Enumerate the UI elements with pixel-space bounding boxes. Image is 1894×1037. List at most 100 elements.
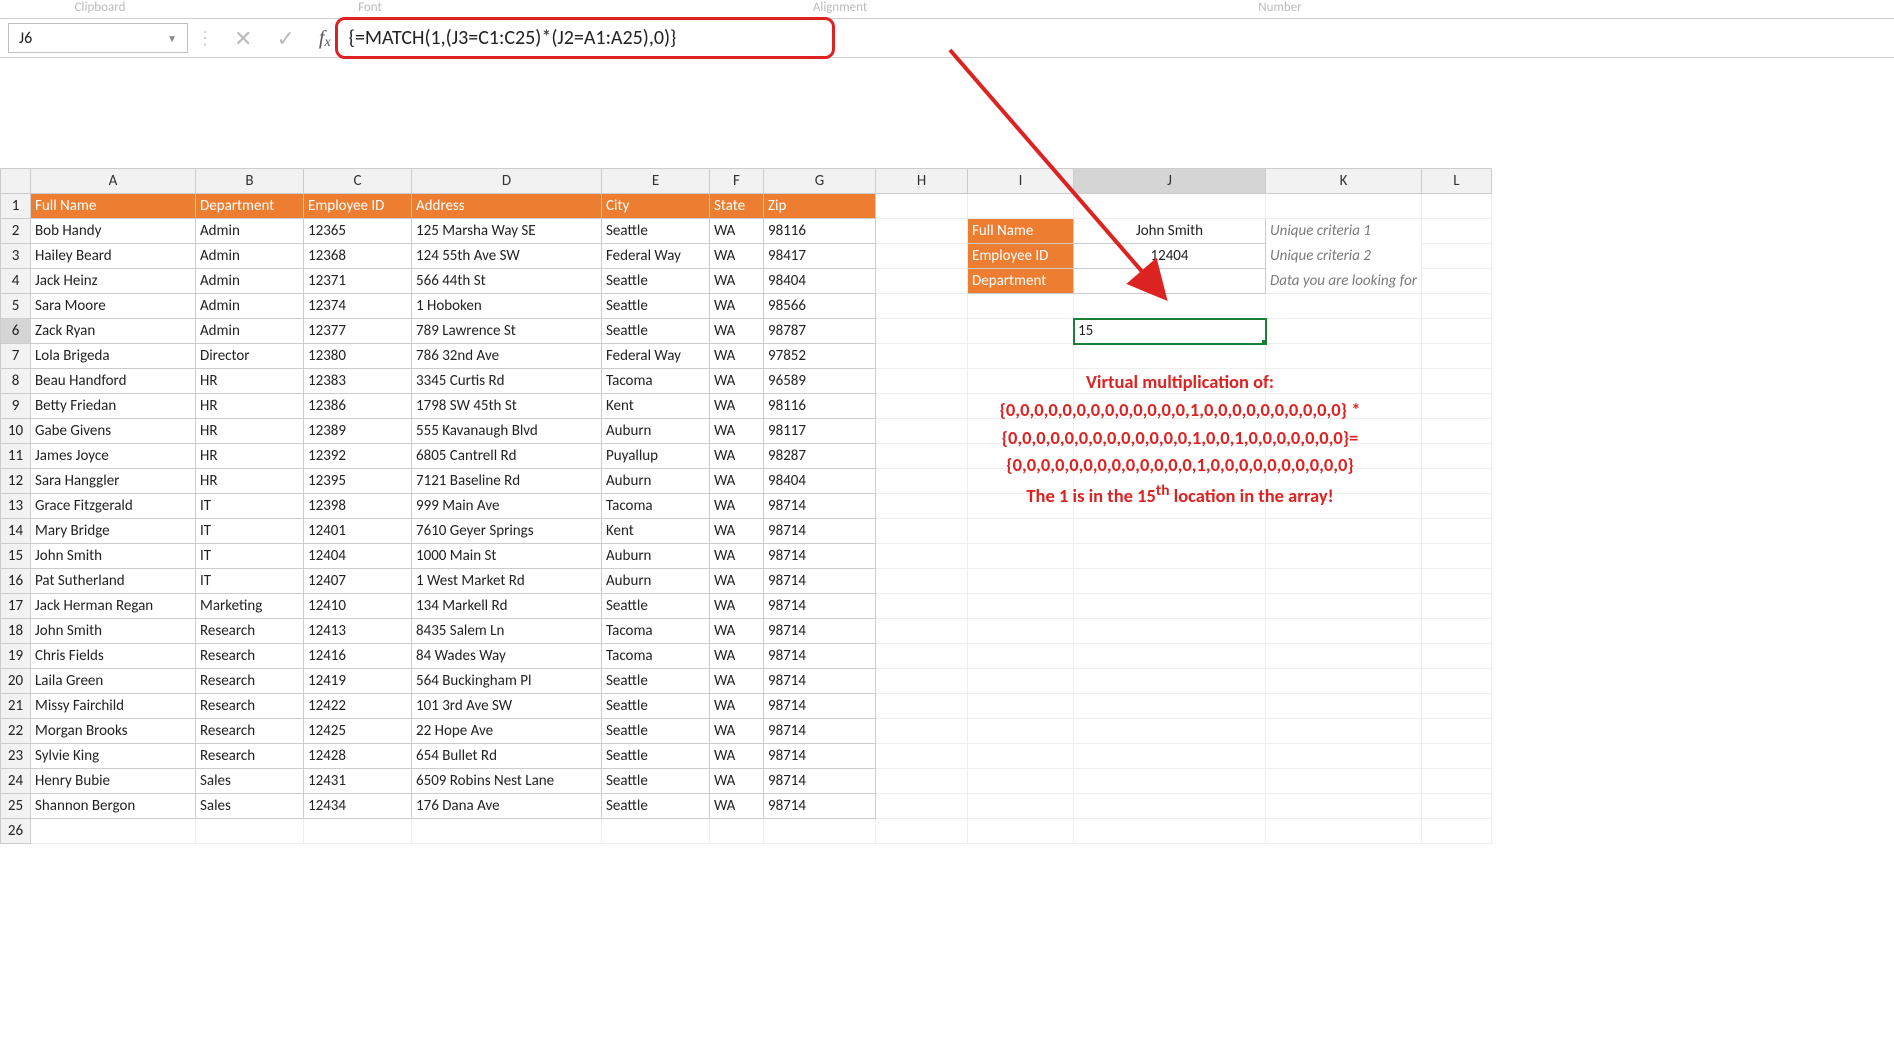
cell-L18[interactable] (1421, 619, 1491, 644)
cell-H14[interactable] (876, 519, 968, 544)
row-header-13[interactable]: 13 (1, 494, 31, 519)
cell-D14[interactable]: 7610 Geyer Springs (412, 519, 602, 544)
cell-A17[interactable]: Jack Herman Regan (31, 594, 196, 619)
cell-D18[interactable]: 8435 Salem Ln (412, 619, 602, 644)
cell-D17[interactable]: 134 Markell Rd (412, 594, 602, 619)
cell-K2[interactable]: Unique criteria 1 (1266, 219, 1422, 244)
cell-A12[interactable]: Sara Hanggler (31, 469, 196, 494)
cell-K20[interactable] (1266, 669, 1422, 694)
cell-D7[interactable]: 786 32nd Ave (412, 344, 602, 369)
cell-I17[interactable] (968, 594, 1074, 619)
cell-G3[interactable]: 98417 (764, 244, 876, 269)
cell-I4[interactable]: Department (968, 269, 1074, 294)
cell-B4[interactable]: Admin (196, 269, 304, 294)
cell-B26[interactable] (196, 819, 304, 844)
cell-F22[interactable]: WA (710, 719, 764, 744)
cell-F25[interactable]: WA (710, 794, 764, 819)
cell-K26[interactable] (1266, 819, 1422, 844)
cancel-icon[interactable]: ✕ (222, 25, 264, 52)
cell-I18[interactable] (968, 619, 1074, 644)
cell-J24[interactable] (1074, 769, 1266, 794)
cell-E17[interactable]: Seattle (602, 594, 710, 619)
cell-G4[interactable]: 98404 (764, 269, 876, 294)
cell-C12[interactable]: 12395 (304, 469, 412, 494)
cell-G7[interactable]: 97852 (764, 344, 876, 369)
cell-C3[interactable]: 12368 (304, 244, 412, 269)
cell-L15[interactable] (1421, 544, 1491, 569)
cell-J18[interactable] (1074, 619, 1266, 644)
cell-K22[interactable] (1266, 719, 1422, 744)
cell-F16[interactable]: WA (710, 569, 764, 594)
cell-C20[interactable]: 12419 (304, 669, 412, 694)
cell-L24[interactable] (1421, 769, 1491, 794)
cell-E13[interactable]: Tacoma (602, 494, 710, 519)
cell-D5[interactable]: 1 Hoboken (412, 294, 602, 319)
cell-J4[interactable] (1074, 269, 1266, 294)
cell-F4[interactable]: WA (710, 269, 764, 294)
cell-F21[interactable]: WA (710, 694, 764, 719)
cell-J1[interactable] (1074, 194, 1266, 219)
row-header-23[interactable]: 23 (1, 744, 31, 769)
cell-K7[interactable] (1266, 344, 1422, 369)
cell-A25[interactable]: Shannon Bergon (31, 794, 196, 819)
cell-B11[interactable]: HR (196, 444, 304, 469)
row-header-20[interactable]: 20 (1, 669, 31, 694)
cell-A16[interactable]: Pat Sutherland (31, 569, 196, 594)
cell-E9[interactable]: Kent (602, 394, 710, 419)
row-header-19[interactable]: 19 (1, 644, 31, 669)
cell-I20[interactable] (968, 669, 1074, 694)
cell-J25[interactable] (1074, 794, 1266, 819)
cell-C21[interactable]: 12422 (304, 694, 412, 719)
cell-H20[interactable] (876, 669, 968, 694)
cell-E26[interactable] (602, 819, 710, 844)
col-header-G[interactable]: G (764, 169, 876, 194)
cell-D24[interactable]: 6509 Robins Nest Lane (412, 769, 602, 794)
cell-E1[interactable]: City (602, 194, 710, 219)
cell-C2[interactable]: 12365 (304, 219, 412, 244)
cell-F7[interactable]: WA (710, 344, 764, 369)
cell-I3[interactable]: Employee ID (968, 244, 1074, 269)
cell-H3[interactable] (876, 244, 968, 269)
col-header-K[interactable]: K (1266, 169, 1422, 194)
cell-F8[interactable]: WA (710, 369, 764, 394)
cell-G24[interactable]: 98714 (764, 769, 876, 794)
cell-C13[interactable]: 12398 (304, 494, 412, 519)
cell-K3[interactable]: Unique criteria 2 (1266, 244, 1422, 269)
cell-A26[interactable] (31, 819, 196, 844)
cell-A23[interactable]: Sylvie King (31, 744, 196, 769)
row-header-4[interactable]: 4 (1, 269, 31, 294)
cell-L4[interactable] (1421, 269, 1491, 294)
cell-E2[interactable]: Seattle (602, 219, 710, 244)
cell-J3[interactable]: 12404 (1074, 244, 1266, 269)
cell-E5[interactable]: Seattle (602, 294, 710, 319)
cell-D19[interactable]: 84 Wades Way (412, 644, 602, 669)
cell-F26[interactable] (710, 819, 764, 844)
cell-H6[interactable] (876, 319, 968, 344)
cell-J17[interactable] (1074, 594, 1266, 619)
cell-C8[interactable]: 12383 (304, 369, 412, 394)
cell-I19[interactable] (968, 644, 1074, 669)
cell-D11[interactable]: 6805 Cantrell Rd (412, 444, 602, 469)
cell-C18[interactable]: 12413 (304, 619, 412, 644)
row-header-15[interactable]: 15 (1, 544, 31, 569)
cell-C7[interactable]: 12380 (304, 344, 412, 369)
cell-E3[interactable]: Federal Way (602, 244, 710, 269)
cell-A22[interactable]: Morgan Brooks (31, 719, 196, 744)
cell-K19[interactable] (1266, 644, 1422, 669)
cell-A1[interactable]: Full Name (31, 194, 196, 219)
cell-L20[interactable] (1421, 669, 1491, 694)
cell-F20[interactable]: WA (710, 669, 764, 694)
cell-H25[interactable] (876, 794, 968, 819)
cell-F24[interactable]: WA (710, 769, 764, 794)
cell-F17[interactable]: WA (710, 594, 764, 619)
row-header-8[interactable]: 8 (1, 369, 31, 394)
col-header-L[interactable]: L (1421, 169, 1491, 194)
cell-H16[interactable] (876, 569, 968, 594)
cell-J22[interactable] (1074, 719, 1266, 744)
cell-D15[interactable]: 1000 Main St (412, 544, 602, 569)
cell-G26[interactable] (764, 819, 876, 844)
name-box[interactable]: J6 ▼ (8, 23, 188, 53)
row-header-18[interactable]: 18 (1, 619, 31, 644)
cell-C26[interactable] (304, 819, 412, 844)
cell-E8[interactable]: Tacoma (602, 369, 710, 394)
